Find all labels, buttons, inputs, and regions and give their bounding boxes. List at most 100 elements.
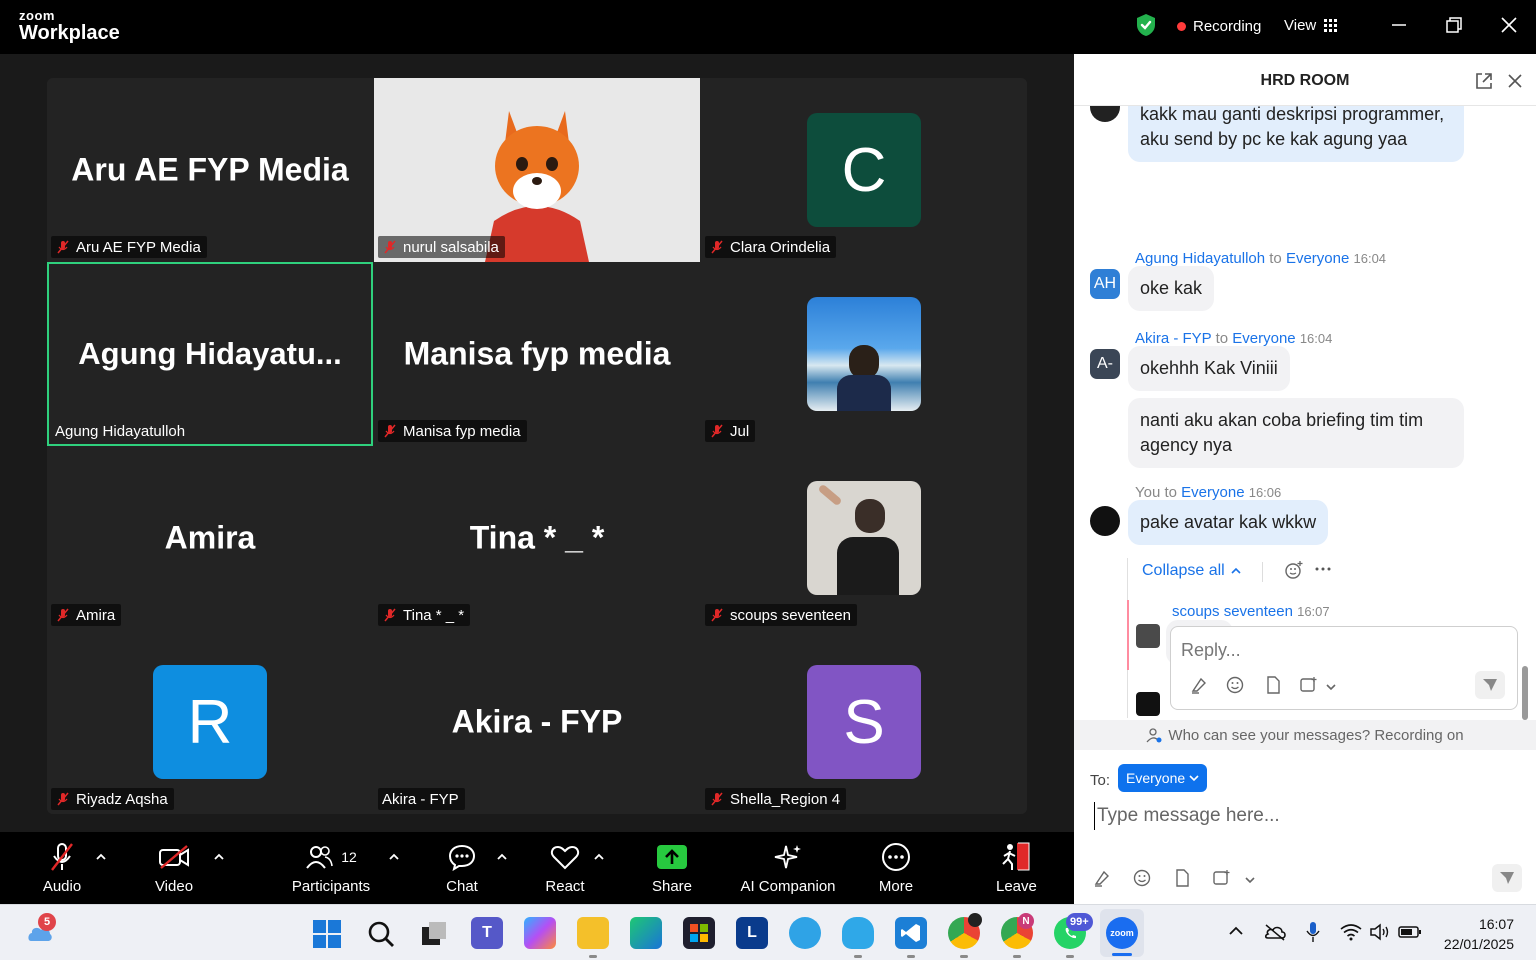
task-view-icon[interactable] xyxy=(420,920,448,948)
file-icon[interactable] xyxy=(1172,868,1192,888)
pop-out-icon[interactable] xyxy=(1474,71,1494,91)
chat-message[interactable]: oke kak xyxy=(1128,266,1215,311)
chat-message[interactable]: nanti aku akan coba briefing tim tim age… xyxy=(1128,398,1464,468)
show-hidden-icons-chevron-icon[interactable] xyxy=(1228,925,1244,937)
chevron-down-icon[interactable] xyxy=(1325,677,1337,697)
recipient-dropdown[interactable]: Everyone xyxy=(1118,764,1208,792)
vscode-icon[interactable] xyxy=(895,917,927,949)
screenshot-icon[interactable] xyxy=(1299,675,1319,695)
chat-options-caret-icon[interactable] xyxy=(496,852,508,862)
collapse-all-button[interactable]: Collapse all xyxy=(1142,562,1241,580)
chat-label: Chat xyxy=(446,878,478,895)
audio-button[interactable]: Audio xyxy=(40,842,84,895)
mic-muted-icon xyxy=(711,792,723,806)
video-options-caret-icon[interactable] xyxy=(213,852,225,862)
message-time: 16:04 xyxy=(1299,331,1333,346)
close-chat-icon[interactable] xyxy=(1506,72,1524,90)
teams-icon[interactable]: T xyxy=(471,917,503,949)
file-icon[interactable] xyxy=(1263,675,1283,695)
edge-icon[interactable] xyxy=(630,917,662,949)
restore-icon[interactable] xyxy=(1443,14,1465,36)
app-icon[interactable] xyxy=(842,917,874,949)
clock-date: 22/01/2025 xyxy=(1443,936,1514,952)
sender-name[interactable]: Agung Hidayatulloh xyxy=(1135,250,1265,267)
vscode-logo-icon xyxy=(901,924,920,942)
participant-tile[interactable]: Amira Amira xyxy=(47,446,373,630)
file-explorer-icon[interactable] xyxy=(577,917,609,949)
participant-tile[interactable]: Manisa fyp media Manisa fyp media xyxy=(374,262,700,446)
participant-tile[interactable]: nurul salsabila xyxy=(374,78,700,262)
tile-label: Amira xyxy=(51,604,122,626)
encryption-shield-icon[interactable] xyxy=(1135,13,1157,37)
chevron-up-icon xyxy=(1231,567,1241,574)
participant-tile[interactable]: scoups seventeen xyxy=(701,446,1027,630)
message-input[interactable] xyxy=(1094,802,1514,830)
search-icon[interactable] xyxy=(367,920,395,948)
copilot-icon[interactable] xyxy=(524,917,556,949)
chat-button[interactable]: Chat xyxy=(442,842,482,895)
screenshot-icon[interactable] xyxy=(1212,868,1232,888)
participant-tile[interactable]: R Riyadz Aqsha xyxy=(47,630,373,814)
close-icon[interactable] xyxy=(1498,14,1520,36)
title-bar: zoom Workplace Recording View xyxy=(0,0,1536,54)
minimize-icon[interactable] xyxy=(1388,14,1410,36)
store-icon[interactable] xyxy=(683,917,715,949)
zoom-taskbar-button[interactable]: zoom xyxy=(1100,909,1144,957)
video-button[interactable]: Video xyxy=(152,842,196,895)
sender-name[interactable]: Akira - FYP xyxy=(1135,330,1211,347)
more-button[interactable]: More xyxy=(876,842,916,895)
react-options-caret-icon[interactable] xyxy=(593,852,605,862)
leave-button[interactable]: Leave xyxy=(996,842,1037,895)
more-options-icon[interactable] xyxy=(1315,566,1331,572)
battery-icon[interactable] xyxy=(1398,925,1422,939)
reply-input[interactable] xyxy=(1181,637,1481,663)
sender-to: to xyxy=(1215,330,1229,347)
audio-options-caret-icon[interactable] xyxy=(95,852,107,862)
message-time: 16:07 xyxy=(1297,604,1330,619)
store-logo-icon xyxy=(690,924,708,942)
weather-widget[interactable]: 5 xyxy=(24,913,56,943)
format-text-icon[interactable] xyxy=(1189,675,1209,695)
chat-message[interactable]: okehhh Kak Viniii xyxy=(1128,346,1290,391)
emoji-icon[interactable] xyxy=(1225,675,1245,695)
profile-photo xyxy=(807,297,921,411)
volume-icon[interactable] xyxy=(1369,923,1391,941)
participant-tile[interactable]: Aru AE FYP Media Aru AE FYP Media xyxy=(47,78,373,262)
vpn-app-icon[interactable] xyxy=(789,917,821,949)
participants-button[interactable]: 12 Participants xyxy=(290,842,372,895)
view-button[interactable]: View xyxy=(1284,17,1338,34)
sender-name[interactable]: scoups seventeen xyxy=(1172,603,1293,620)
add-reaction-icon[interactable] xyxy=(1284,560,1304,580)
participant-tile[interactable]: Akira - FYP Akira - FYP xyxy=(374,630,700,814)
share-button[interactable]: Share xyxy=(651,842,693,895)
ai-companion-button[interactable]: AI Companion xyxy=(740,842,836,895)
tile-label-text: scoups seventeen xyxy=(730,606,851,624)
chat-message[interactable]: kakk mau ganti deskripsi programmer, aku… xyxy=(1128,106,1464,162)
message-time: 16:06 xyxy=(1248,485,1282,500)
system-clock[interactable]: 16:07 22/01/2025 xyxy=(1444,914,1514,954)
tile-label: Aru AE FYP Media xyxy=(51,236,207,258)
participants-options-caret-icon[interactable] xyxy=(388,852,400,862)
recording-indicator[interactable]: Recording xyxy=(1177,18,1261,35)
send-button[interactable] xyxy=(1492,864,1522,892)
chat-message[interactable]: pake avatar kak wkkw xyxy=(1128,500,1329,545)
onedrive-cloud-icon[interactable] xyxy=(1263,923,1287,941)
send-button[interactable] xyxy=(1475,671,1505,699)
participant-tile-active-speaker[interactable]: Agung Hidayatu... Agung Hidayatulloh xyxy=(47,262,373,446)
emoji-icon[interactable] xyxy=(1132,868,1152,888)
wifi-icon[interactable] xyxy=(1340,923,1362,941)
microphone-icon[interactable] xyxy=(1305,921,1321,943)
l-app-icon[interactable]: L xyxy=(736,917,768,949)
format-text-icon[interactable] xyxy=(1092,868,1112,888)
mic-muted-icon xyxy=(711,240,723,254)
chevron-down-icon[interactable] xyxy=(1244,870,1256,890)
mic-muted-icon xyxy=(384,608,396,622)
start-windows-icon[interactable] xyxy=(313,920,341,948)
privacy-notice[interactable]: Who can see your messages? Recording on xyxy=(1074,720,1536,750)
scrollbar[interactable] xyxy=(1522,666,1528,720)
participant-tile[interactable]: C Clara Orindelia xyxy=(701,78,1027,262)
participant-tile[interactable]: Tina * _ * Tina * _ * xyxy=(374,446,700,630)
react-button[interactable]: React xyxy=(544,842,586,895)
participant-tile[interactable]: S Shella_Region 4 xyxy=(701,630,1027,814)
participant-tile[interactable]: Jul xyxy=(701,262,1027,446)
